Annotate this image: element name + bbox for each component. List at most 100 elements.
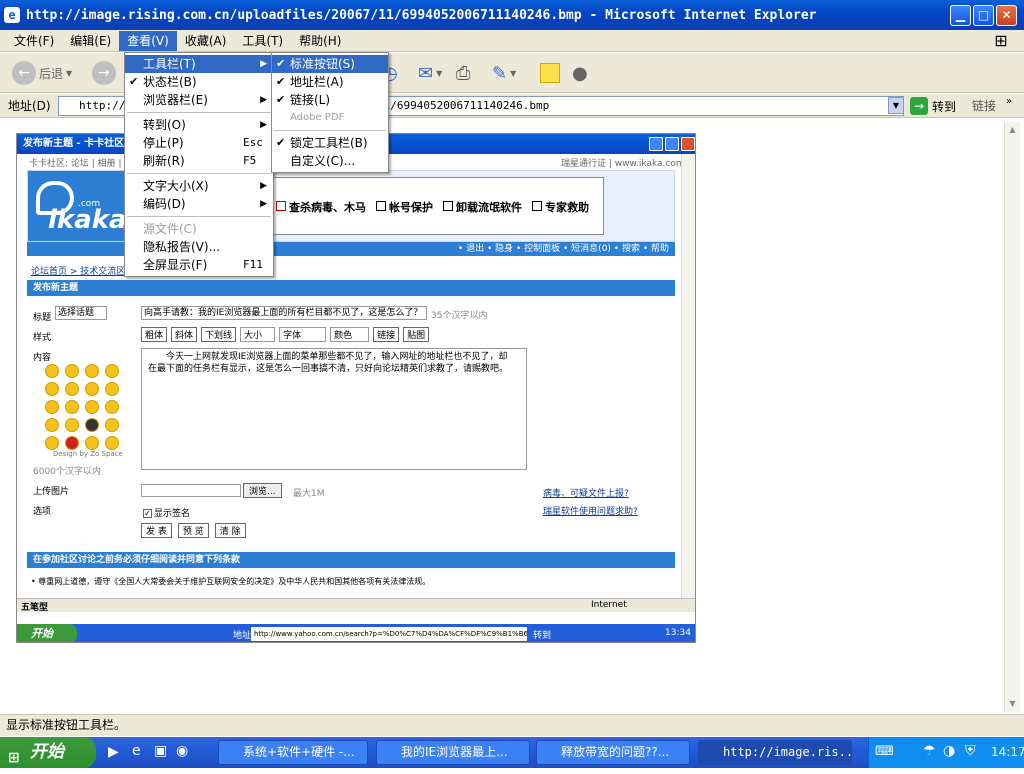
go-button[interactable]: → 转到	[910, 96, 956, 116]
umbrella-icon[interactable]: ☂	[923, 743, 936, 759]
shot-top-right: 瑞星通行证 | www.ikaka.com	[561, 159, 685, 169]
edit-button[interactable]: ✎ ▼	[492, 59, 516, 87]
shot-option-4: 专家救助	[532, 199, 589, 215]
shot-options: 查杀病毒、木马 帐号保护 卸载流氓软件 专家救助	[276, 199, 589, 215]
menu-item-source[interactable]: 源文件(C)	[125, 220, 273, 238]
shot-q2-link: 瑞星软件使用问题求助?	[543, 507, 638, 517]
statusbar: 显示标准按钮工具栏。	[0, 714, 1024, 736]
minimize-button[interactable]: ▁	[950, 5, 971, 26]
shot-image-button: 贴图	[403, 327, 430, 342]
smiley-icon	[105, 364, 119, 378]
shot-upload-input	[141, 484, 241, 497]
menu-item-goto[interactable]: 转到(O) ▶	[125, 116, 273, 134]
desktop-icon[interactable]: ▣	[154, 743, 167, 759]
print-icon: ⎙	[456, 62, 471, 84]
shot-label-title: 标题	[33, 313, 52, 323]
shot-italic-button: 斜体	[171, 327, 198, 342]
qq-button[interactable]: ●	[572, 59, 588, 87]
mail-button[interactable]: ✉ ▼	[418, 59, 442, 87]
menu-file[interactable]: 文件(F)	[6, 31, 62, 51]
start-button[interactable]: ⊞ 开始	[0, 737, 96, 768]
menu-item-toolbars[interactable]: 工具栏(T) ▶	[125, 55, 273, 73]
smiley-icon	[65, 400, 79, 414]
submenu-item-links[interactable]: ✔ 链接(L)	[272, 91, 388, 109]
smiley-icon	[45, 364, 59, 378]
checkmark-icon: ✔	[129, 75, 139, 88]
menu-item-fullscreen[interactable]: 全屏显示(F) F11	[125, 256, 273, 274]
close-button[interactable]: ✕	[996, 5, 1017, 26]
menu-view[interactable]: 查看(V)	[119, 30, 177, 51]
shot-smiley-credit: Design by Zo Space	[53, 450, 123, 458]
menu-item-text-size[interactable]: 文字大小(X) ▶	[125, 177, 273, 195]
shot-zone-label: Internet	[591, 600, 627, 610]
maximize-button[interactable]: □	[973, 5, 994, 26]
submenu-arrow-icon: ▶	[260, 199, 267, 209]
shot-logo-block: ikaka .com	[28, 171, 127, 241]
checkbox-checked-icon: ✓	[143, 509, 152, 518]
submenu-item-address-bar[interactable]: ✔ 地址栏(A)	[272, 73, 388, 91]
menu-item-stop[interactable]: 停止(P) Esc	[125, 134, 273, 152]
shot-taskbar: 开始 地址 http://www.yahoo.com.cn/search?p=%…	[17, 624, 695, 642]
chevron-right-icon[interactable]: »	[1006, 96, 1012, 107]
address-dropdown-button[interactable]: ▼	[888, 97, 904, 114]
ie-quicklaunch-icon[interactable]: e	[132, 743, 141, 759]
menu-item-explorer-bar[interactable]: 浏览器栏(E) ▶	[125, 91, 273, 109]
menu-tools[interactable]: 工具(T)	[234, 31, 291, 51]
submenu-item-adobe-pdf[interactable]: Adobe PDF	[272, 109, 388, 127]
smiley-icon	[85, 418, 99, 432]
menu-item-statusbar[interactable]: ✔ 状态栏(B)	[125, 73, 273, 91]
shot-browse-button: 浏览...	[243, 483, 282, 498]
menu-favorites[interactable]: 收藏(A)	[177, 31, 235, 51]
submenu-item-lock-toolbars[interactable]: ✔ 锁定工具栏(B)	[272, 134, 388, 152]
submenu-item-customize[interactable]: 自定义(C)...	[272, 152, 388, 170]
scroll-down-icon[interactable]: ▼	[1005, 696, 1020, 712]
smiley-icon	[85, 436, 99, 450]
window-titlebar[interactable]: e http://image.rising.com.cn/uploadfiles…	[0, 0, 1024, 30]
shot-addr-input: http://www.yahoo.com.cn/search?p=%D0%C7%…	[251, 627, 527, 641]
menu-item-privacy-report[interactable]: 隐私报告(V)...	[125, 238, 273, 256]
submenu-item-standard-buttons[interactable]: ✔ 标准按钮(S)	[272, 55, 388, 73]
vertical-scrollbar[interactable]: ▲ ▼	[1004, 122, 1020, 712]
task-button-3[interactable]: 释放带宽的问题??...	[536, 740, 690, 765]
checkmark-icon: ✔	[276, 57, 286, 70]
task-button-2[interactable]: 我的IE浏览器最上...	[376, 740, 530, 765]
back-label: 后退	[39, 66, 64, 81]
task-button-1[interactable]: 系统+软件+硬件 -...	[218, 740, 368, 765]
checkbox-icon	[376, 201, 386, 211]
shot-statusbar: 五笔型 Internet	[17, 598, 695, 613]
menu-item-encoding[interactable]: 编码(D) ▶	[125, 195, 273, 213]
print-button[interactable]: ⎙	[456, 59, 470, 87]
menu-edit[interactable]: 编辑(E)	[62, 31, 119, 51]
status-text: 显示标准按钮工具栏。	[6, 718, 127, 732]
scroll-up-icon[interactable]: ▲	[1005, 122, 1020, 138]
smiley-icon	[65, 436, 79, 450]
menu-item-refresh[interactable]: 刷新(R) F5	[125, 152, 273, 170]
shot-notice-1: • 尊重网上道德，遵守《全国人大常委会关于维护互联网安全的决定》及中华人民共和国…	[31, 577, 431, 586]
smiley-icon	[105, 436, 119, 450]
dropdown-arrow-icon: ▼	[66, 68, 73, 78]
security-shield-icon[interactable]: ⛨	[965, 743, 976, 759]
smiley-icon	[105, 418, 119, 432]
note-icon	[540, 63, 560, 83]
back-button[interactable]: ← 后退 ▼	[12, 59, 72, 87]
keyboard-icon[interactable]: ⌨	[875, 744, 894, 759]
window-title: http://image.rising.com.cn/uploadfiles/2…	[26, 7, 817, 23]
app-quicklaunch-icon[interactable]: ◉	[176, 743, 188, 759]
shot-clock: 13:34	[665, 628, 691, 638]
shot-scrollbar	[681, 154, 695, 598]
dropdown-arrow-icon: ▼	[436, 68, 443, 78]
media-player-icon[interactable]: ▶	[108, 744, 119, 760]
menu-help[interactable]: 帮助(H)	[291, 31, 349, 51]
shot-window-buttons	[649, 137, 695, 151]
note-button[interactable]	[540, 59, 560, 87]
smiley-icon	[45, 418, 59, 432]
shot-logo-text: ikaka	[48, 205, 127, 235]
checkmark-icon: ✔	[276, 136, 286, 149]
shot-color-select: 颜色	[330, 327, 370, 342]
shot-option-2: 帐号保护	[376, 199, 433, 215]
links-button[interactable]: 链接	[972, 97, 996, 114]
task-button-4[interactable]: http://image.ris...	[698, 740, 852, 765]
shot-show-sig: ✓ 显示签名	[143, 509, 191, 519]
network-icon[interactable]: ◑	[943, 743, 955, 759]
forward-button[interactable]: →	[92, 59, 116, 87]
